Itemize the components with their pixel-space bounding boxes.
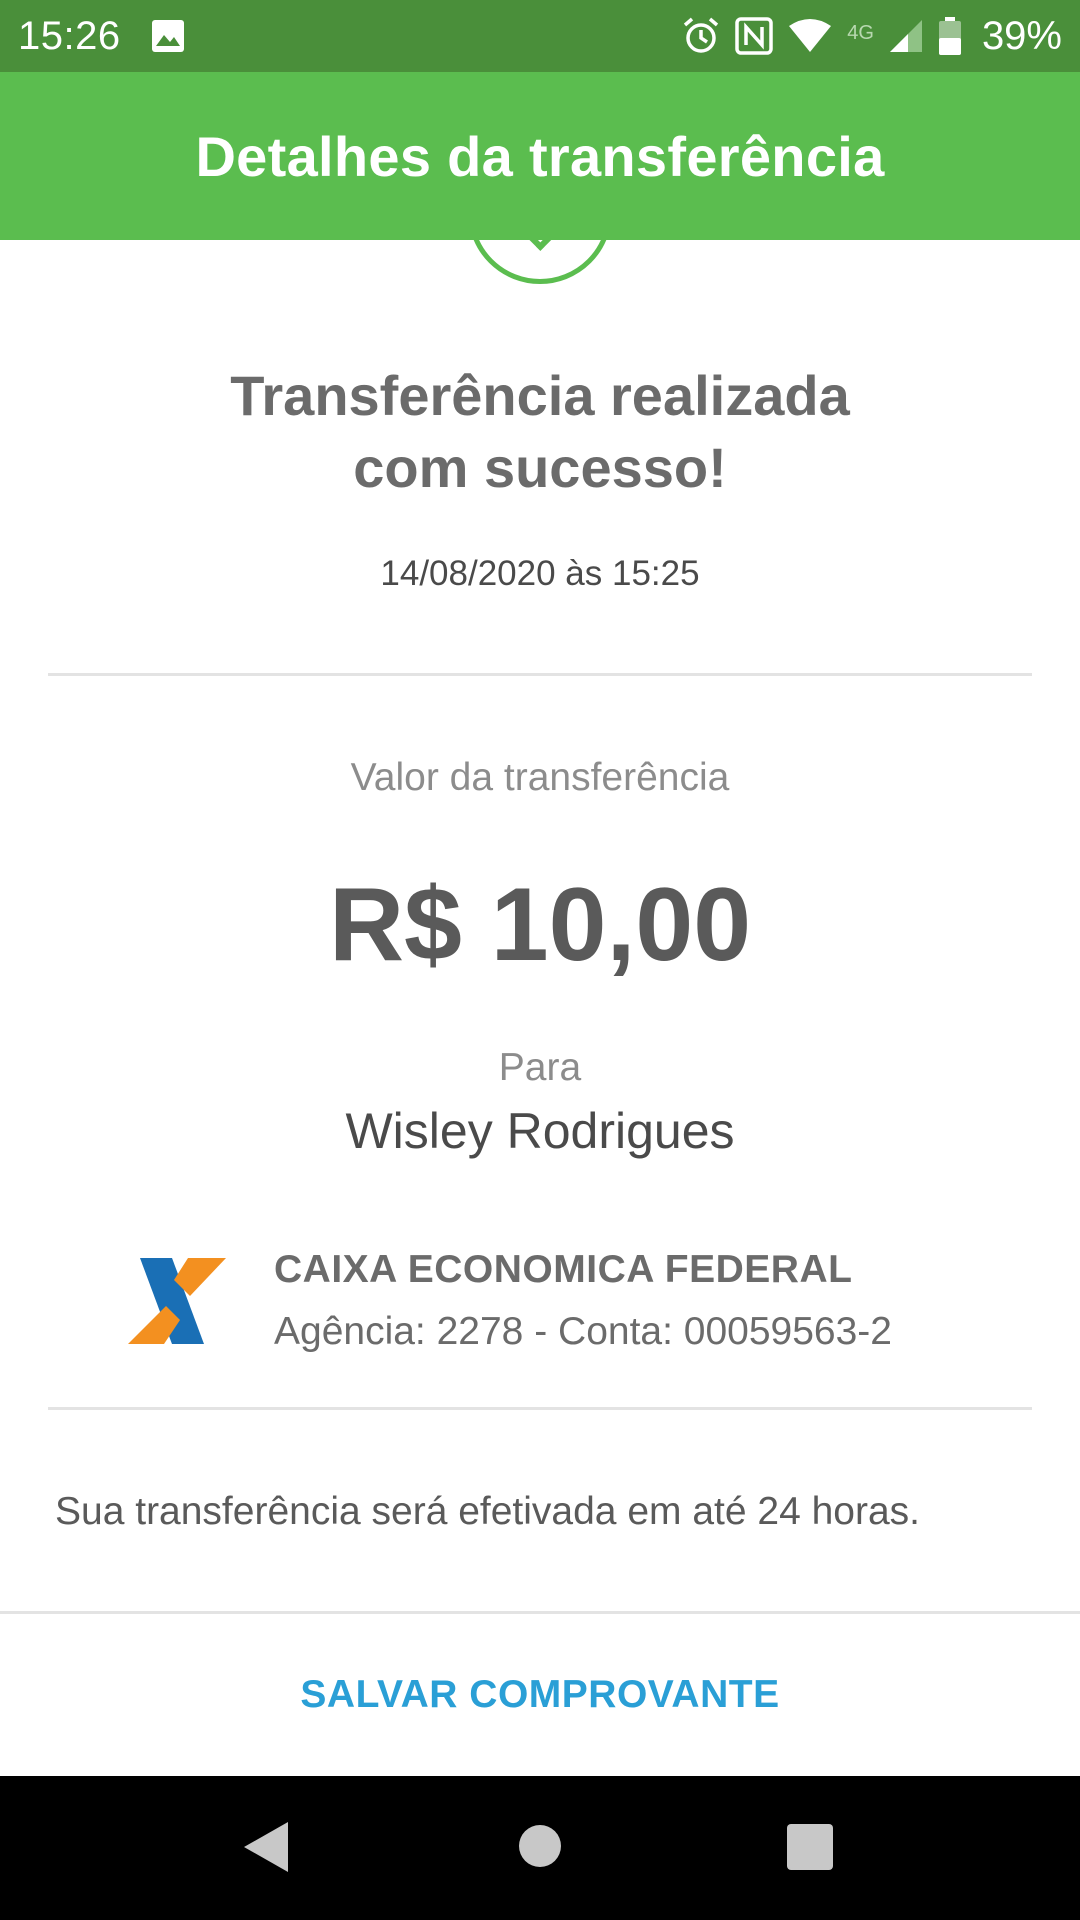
success-message-line-2: com sucesso!: [353, 436, 727, 499]
signal-icon: [889, 20, 922, 52]
status-right-icons: 4G 39%: [681, 14, 1062, 59]
bank-account-details: Agência: 2278 - Conta: 00059563-2: [274, 1310, 892, 1353]
bank-name: CAIXA ECONOMICA FEDERAL: [274, 1248, 853, 1291]
app-bar: Detalhes da transferência: [0, 72, 1080, 240]
recents-icon[interactable]: [787, 1824, 833, 1870]
transfer-datetime: 14/08/2020 às 15:25: [380, 554, 700, 593]
back-icon[interactable]: [244, 1822, 288, 1872]
amount-label: Valor da transferência: [350, 756, 730, 799]
page-title: Detalhes da transferência: [195, 124, 885, 188]
divider: [48, 673, 1032, 676]
divider: [48, 1407, 1032, 1410]
receipt-content[interactable]: Transferência realizada com sucesso! 14/…: [0, 240, 1080, 1776]
transfer-amount: R$ 10,00: [328, 867, 752, 983]
status-bar: 15:26 4G 39%: [0, 0, 1080, 72]
status-left-icons: [151, 19, 185, 53]
battery-icon: [938, 17, 961, 55]
success-message: Transferência realizada com sucesso!: [0, 360, 1080, 504]
status-time: 15:26: [18, 13, 121, 58]
home-icon[interactable]: [519, 1825, 561, 1867]
success-check-icon: [468, 240, 612, 284]
image-icon: [151, 20, 184, 52]
check-mark: [519, 240, 573, 251]
battery-percent: 39%: [981, 13, 1062, 58]
nfc-icon: [735, 17, 773, 55]
bank-logo-icon: [128, 1258, 226, 1344]
success-message-line-1: Transferência realizada: [230, 364, 850, 427]
network-type: 4G: [847, 21, 874, 44]
save-receipt-button[interactable]: SALVAR COMPROVANTE: [0, 1614, 1080, 1776]
recipient-name: Wisley Rodrigues: [345, 1103, 735, 1159]
recipient-label: Para: [498, 1046, 582, 1089]
wifi-icon: [789, 19, 832, 52]
alarm-icon: [684, 17, 719, 53]
navigation-bar: [0, 1776, 1080, 1920]
transfer-info-text: Sua transferência será efetivada em até …: [55, 1490, 921, 1533]
